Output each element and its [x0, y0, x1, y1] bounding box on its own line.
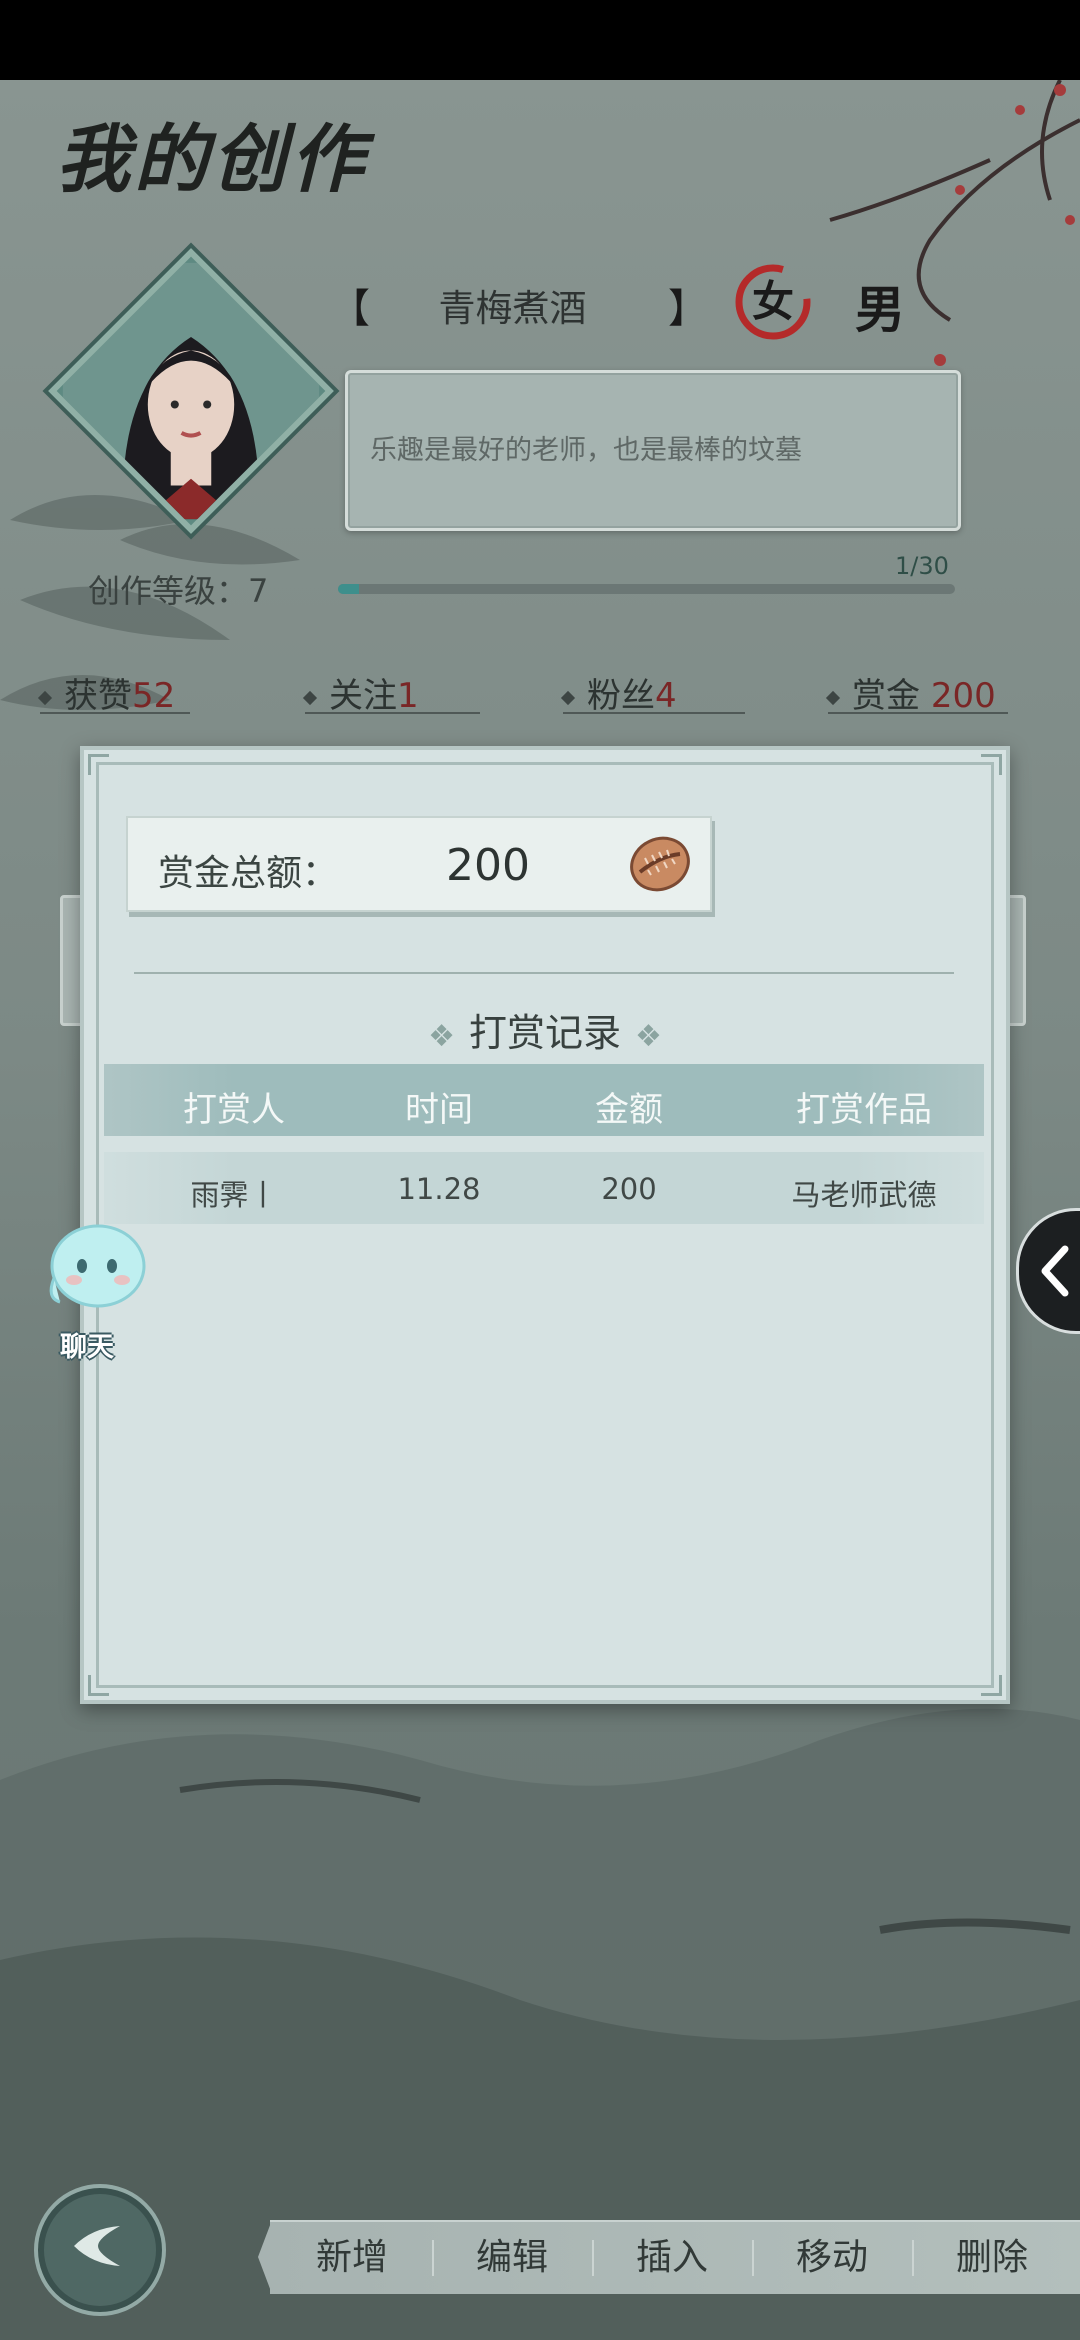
stat-likes-value: 52	[132, 676, 176, 716]
corner-ornament	[88, 754, 109, 775]
stat-reward-value: 200	[930, 676, 996, 716]
stat-follows-value: 1	[397, 676, 419, 716]
cell-amount: 200	[601, 1172, 657, 1206]
records-title: ❖ 打赏记录 ❖	[84, 1002, 1006, 1057]
ornament-icon: ❖	[428, 1019, 455, 1054]
reward-dialog: 赏金总额： 200 ❖ 打赏记录 ❖ 打赏人 时间 金额 打赏作品 雨霁丨 11.2…	[80, 746, 1010, 1704]
back-button[interactable]	[34, 2184, 166, 2316]
side-collapse-tab[interactable]	[1016, 1208, 1080, 1334]
chat-label[interactable]: 聊天	[60, 1325, 114, 1364]
diamond-bullet-icon	[37, 690, 53, 705]
column-header-time: 时间	[405, 1090, 473, 1130]
column-header-tipper: 打赏人	[183, 1090, 285, 1130]
records-table-header: 打赏人 时间 金额 打赏作品	[104, 1064, 984, 1136]
stat-reward-label: 赏金	[852, 676, 920, 716]
insert-button[interactable]: 插入	[592, 2222, 752, 2294]
status-bar	[0, 0, 1080, 80]
delete-button[interactable]: 删除	[912, 2222, 1072, 2294]
back-arrow-icon	[74, 2226, 120, 2266]
page-title: 我的创作	[56, 117, 368, 203]
ornament-icon: ❖	[635, 1019, 662, 1054]
level-progress-fill	[338, 584, 359, 594]
stat-reward[interactable]: 赏金 200	[825, 668, 1008, 716]
level-progress-text: 1/30	[895, 552, 949, 580]
bio-text: 乐趣是最好的老师，也是最棒的坟墓	[370, 435, 802, 466]
diamond-bullet-icon	[560, 690, 576, 705]
level-progress-bar	[338, 584, 955, 594]
cell-time: 11.28	[397, 1172, 481, 1206]
shell-icon	[630, 836, 690, 892]
reward-total-label: 赏金总额：	[158, 853, 339, 894]
diamond-bullet-icon	[825, 690, 841, 705]
stat-fans[interactable]: 粉丝4	[560, 668, 745, 716]
move-button[interactable]: 移动	[752, 2222, 912, 2294]
cell-work: 马老师武德	[791, 1178, 937, 1212]
creation-level-label: 创作等级：7	[88, 572, 269, 610]
cell-tipper: 雨霁丨	[190, 1178, 278, 1212]
corner-ornament	[981, 754, 1002, 775]
corner-ornament	[981, 1675, 1002, 1696]
stat-likes-label: 获赞	[64, 676, 132, 716]
diamond-bullet-icon	[302, 690, 318, 705]
column-header-amount: 金额	[595, 1090, 663, 1130]
bio-box[interactable]: 乐趣是最好的老师，也是最棒的坟墓	[345, 370, 961, 531]
reward-total-card: 赏金总额： 200	[126, 816, 712, 912]
table-row[interactable]: 雨霁丨 11.28 200 马老师武德	[104, 1152, 984, 1224]
add-button[interactable]: 新增	[272, 2222, 432, 2294]
name-bracket-left: 【	[330, 286, 370, 332]
gender-female-option[interactable]: 女	[733, 262, 813, 342]
bottom-toolbar: 新增 编辑 插入 移动 删除	[270, 2220, 1080, 2294]
stat-follows[interactable]: 关注1	[302, 668, 480, 716]
corner-ornament	[88, 1675, 109, 1696]
stat-likes[interactable]: 获赞52	[37, 668, 190, 716]
author-name[interactable]: 青梅煮酒	[370, 278, 655, 332]
reward-total-value: 200	[446, 840, 530, 891]
chevron-left-icon	[1041, 1245, 1069, 1297]
name-bracket-right: 】	[668, 286, 708, 332]
gender-male-option[interactable]: 男	[855, 270, 905, 342]
column-header-work: 打赏作品	[796, 1090, 932, 1130]
stat-follows-label: 关注	[329, 676, 397, 716]
stat-fans-label: 粉丝	[587, 676, 655, 716]
edit-button[interactable]: 编辑	[432, 2222, 592, 2294]
divider	[134, 972, 954, 974]
records-title-text: 打赏记录	[468, 1011, 621, 1055]
stat-fans-value: 4	[655, 676, 677, 716]
